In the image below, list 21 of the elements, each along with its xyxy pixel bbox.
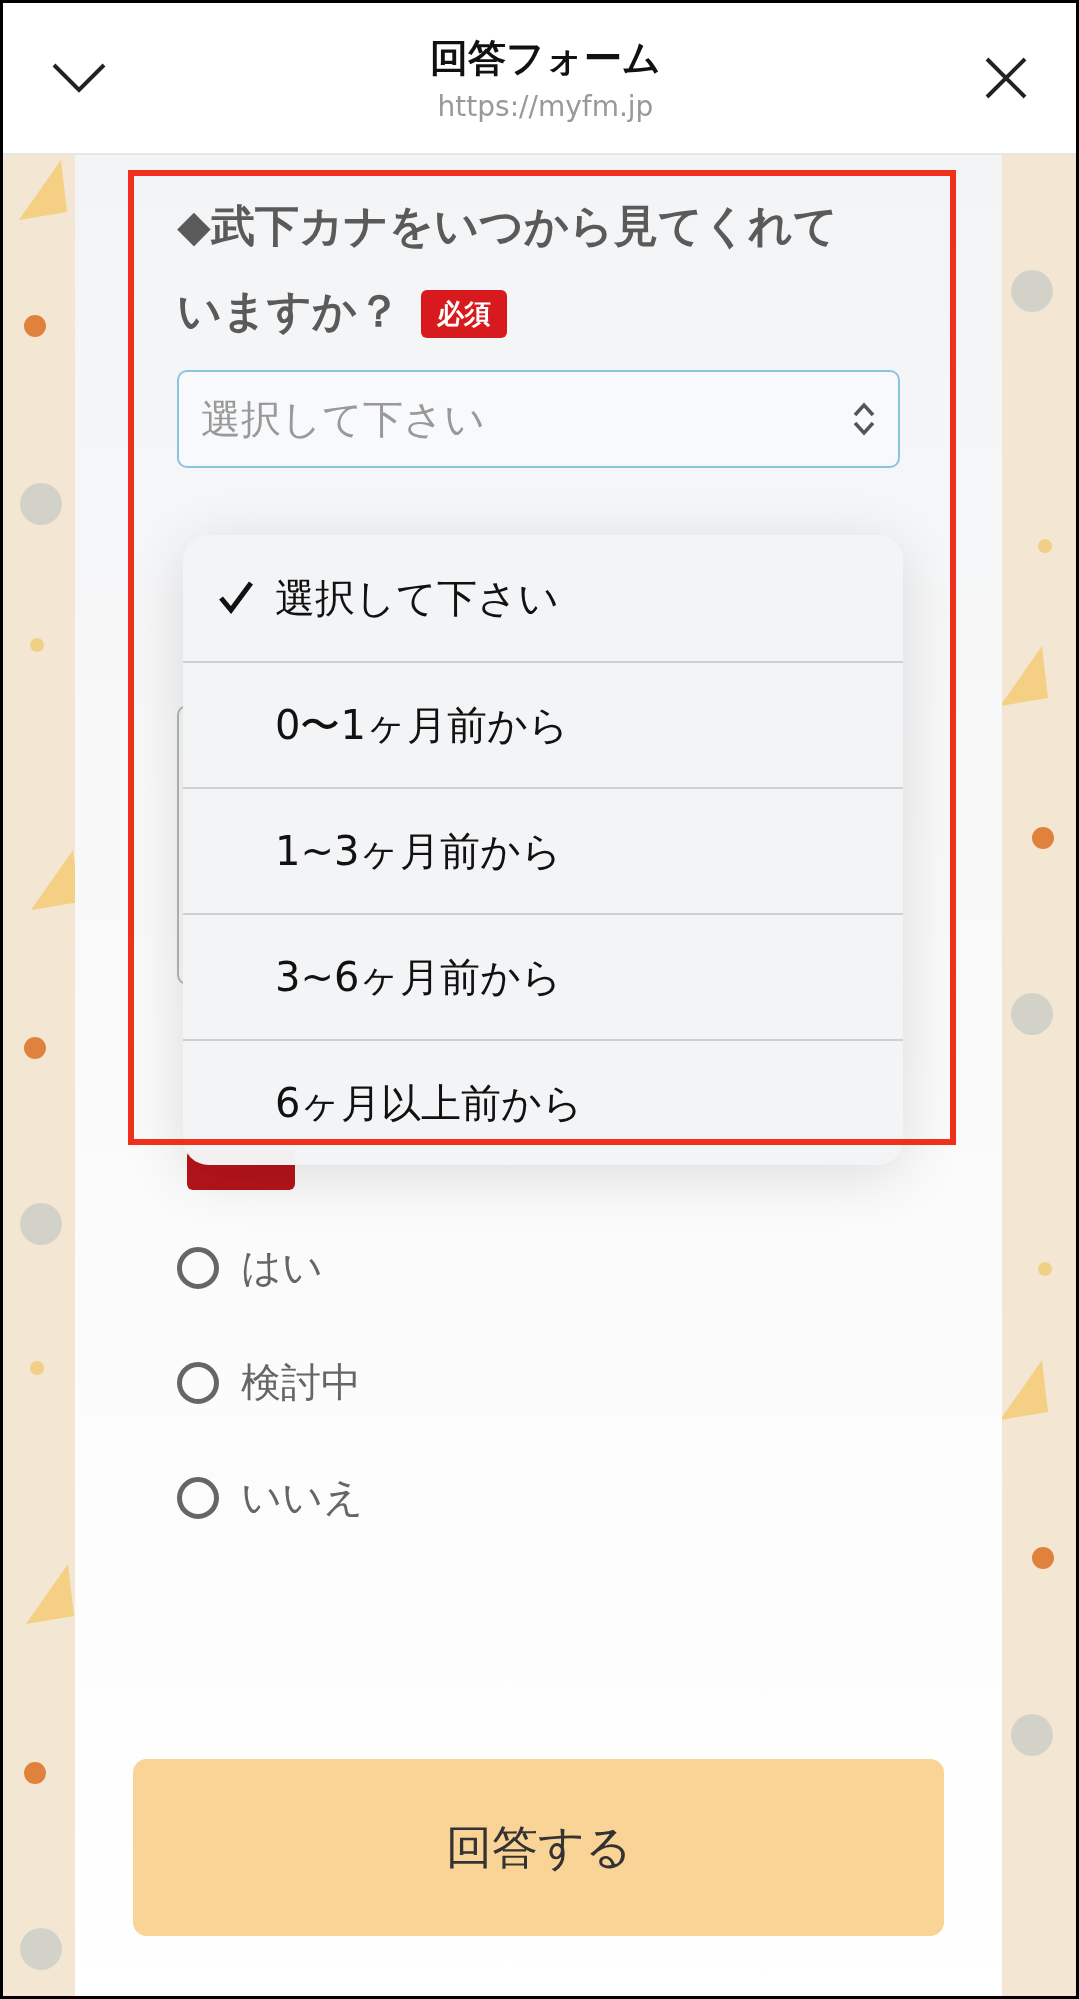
radio-option[interactable]: はい	[177, 1210, 900, 1325]
checkmark-icon	[218, 580, 254, 614]
radio-icon[interactable]	[177, 1476, 219, 1519]
radio-option[interactable]: 検討中	[177, 1325, 900, 1440]
up-down-chevron-icon	[852, 401, 876, 437]
question-text: ◆武下カナをいつから見てくれて	[177, 200, 838, 251]
close-icon[interactable]	[984, 56, 1028, 100]
url-text: https://myfm.jp	[437, 90, 654, 123]
dropdown-option[interactable]: 6ヶ月以上前から	[183, 1039, 903, 1165]
dropdown-option[interactable]: 0〜1ヶ月前から	[183, 661, 903, 787]
dropdown-option[interactable]: 3~6ヶ月前から	[183, 913, 903, 1039]
dropdown-option[interactable]: 1~3ヶ月前から	[183, 787, 903, 913]
submit-button[interactable]: 回答する	[133, 1759, 944, 1936]
chevron-down-icon[interactable]	[51, 62, 107, 94]
question-text: いますか？	[177, 285, 401, 336]
radio-icon[interactable]	[177, 1246, 219, 1289]
required-badge: 必須	[421, 290, 507, 338]
dropdown-option[interactable]: 選択して下さい	[183, 535, 903, 661]
radio-option[interactable]: いいえ	[177, 1440, 900, 1555]
window-title: 回答フォーム	[430, 35, 661, 82]
radio-icon[interactable]	[177, 1361, 219, 1404]
